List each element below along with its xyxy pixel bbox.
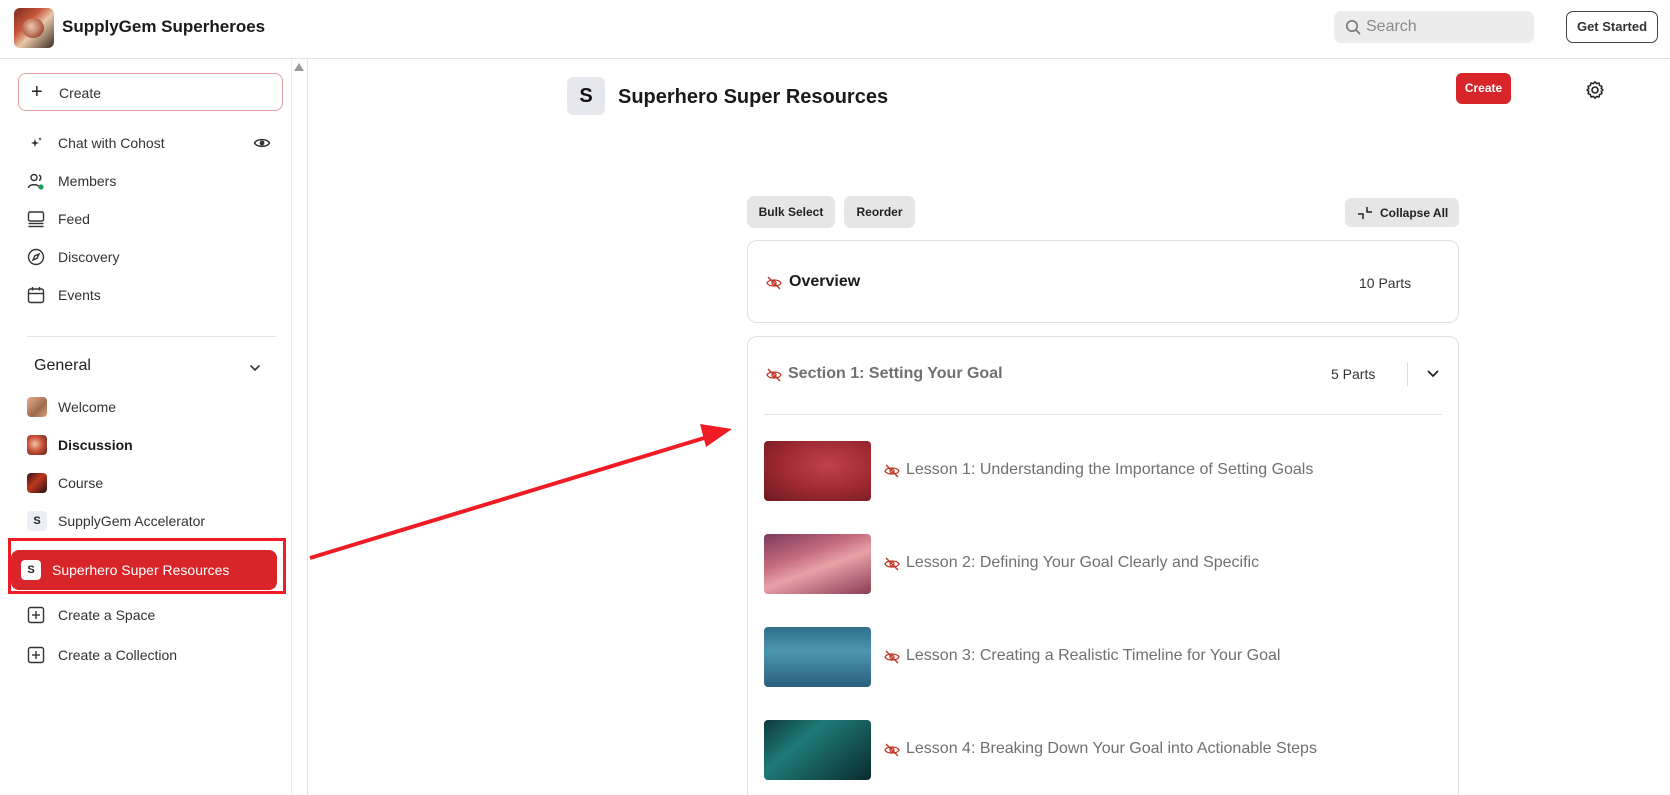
sidebar-item-supplygem-accelerator[interactable]: S SupplyGem Accelerator bbox=[17, 503, 283, 539]
sidebar-divider bbox=[27, 336, 276, 337]
members-icon bbox=[27, 173, 44, 190]
sidebar-item-label: Welcome bbox=[58, 399, 117, 415]
sidebar-item-label: Create a Space bbox=[58, 607, 156, 623]
sidebar-item-welcome[interactable]: Welcome bbox=[17, 389, 283, 425]
search-icon bbox=[1346, 20, 1361, 35]
chevron-down-icon[interactable] bbox=[1426, 367, 1440, 381]
eye-off-icon bbox=[766, 368, 782, 382]
chevron-down-icon[interactable] bbox=[248, 361, 262, 375]
lesson-item[interactable]: Lesson 1: Understanding the Importance o… bbox=[764, 441, 1444, 501]
plus-square-icon bbox=[27, 646, 45, 664]
lesson-title: Lesson 3: Creating a Realistic Timeline … bbox=[906, 647, 1281, 664]
calendar-icon bbox=[27, 287, 45, 304]
overview-parts-count: 10 Parts bbox=[1359, 275, 1412, 291]
sidebar-create-label: Create bbox=[59, 85, 102, 101]
sidebar-item-label: Discussion bbox=[58, 437, 133, 453]
section-parts-count: 5 Parts bbox=[1331, 366, 1376, 382]
space-letter-badge: S bbox=[27, 511, 47, 531]
collapse-all-label: Collapse All bbox=[1380, 206, 1449, 220]
lesson-item[interactable]: Lesson 2: Defining Your Goal Clearly and… bbox=[764, 534, 1444, 594]
eye-icon[interactable] bbox=[253, 134, 271, 152]
sidebar-item-create-space[interactable]: Create a Space bbox=[17, 597, 283, 633]
feed-icon bbox=[27, 211, 45, 228]
sidebar-item-label: Feed bbox=[58, 211, 90, 227]
sidebar-item-feed[interactable]: Feed bbox=[17, 201, 283, 237]
eye-off-icon bbox=[884, 650, 900, 664]
sidebar-item-label: Chat with Cohost bbox=[58, 135, 165, 151]
search-input[interactable] bbox=[1366, 15, 1526, 39]
reorder-button[interactable]: Reorder bbox=[844, 196, 915, 228]
annotation-highlight-box bbox=[8, 538, 286, 594]
sidebar: + Create Chat with Cohost Members Feed D… bbox=[0, 59, 308, 795]
lesson-thumbnail bbox=[764, 534, 871, 594]
lesson-thumbnail bbox=[764, 441, 871, 501]
sidebar-item-create-collection[interactable]: Create a Collection bbox=[17, 637, 283, 673]
lesson-title: Lesson 2: Defining Your Goal Clearly and… bbox=[906, 554, 1260, 571]
lesson-thumbnail bbox=[764, 720, 871, 780]
sidebar-item-label: Course bbox=[58, 475, 104, 491]
section-title[interactable]: Section 1: Setting Your Goal bbox=[788, 365, 1003, 383]
lesson-item[interactable]: Lesson 3: Creating a Realistic Timeline … bbox=[764, 627, 1444, 687]
scroll-up-arrow[interactable] bbox=[294, 63, 304, 71]
collapse-icon bbox=[1358, 207, 1372, 219]
sidebar-section-general[interactable]: General bbox=[34, 357, 91, 375]
top-bar: SupplyGem Superheroes Get Started bbox=[0, 0, 1670, 59]
sidebar-item-course[interactable]: Course bbox=[17, 465, 283, 501]
sidebar-item-label: Events bbox=[58, 287, 101, 303]
sidebar-item-chat-with-cohost[interactable]: Chat with Cohost bbox=[17, 125, 283, 161]
sparkle-icon bbox=[31, 137, 42, 147]
compass-icon bbox=[27, 248, 45, 266]
sidebar-item-discussion[interactable]: Discussion bbox=[17, 427, 283, 463]
overview-card[interactable]: Overview 10 Parts bbox=[747, 240, 1459, 323]
community-logo[interactable] bbox=[14, 8, 54, 48]
eye-off-icon bbox=[884, 743, 900, 757]
get-started-button[interactable]: Get Started bbox=[1566, 11, 1658, 43]
plus-icon: + bbox=[31, 81, 43, 103]
eye-off-icon bbox=[884, 464, 900, 478]
space-badge: S bbox=[567, 77, 605, 115]
lesson-title: Lesson 1: Understanding the Importance o… bbox=[906, 461, 1314, 478]
bulk-select-button[interactable]: Bulk Select bbox=[747, 196, 835, 228]
sidebar-create-button[interactable]: + Create bbox=[18, 73, 283, 111]
section-card: Section 1: Setting Your Goal 5 Parts Les… bbox=[747, 336, 1459, 795]
sidebar-item-label: Members bbox=[58, 173, 117, 189]
collapse-all-button[interactable]: Collapse All bbox=[1345, 198, 1459, 227]
create-button[interactable]: Create bbox=[1456, 73, 1511, 104]
eye-off-icon bbox=[766, 276, 782, 290]
eye-off-icon bbox=[884, 557, 900, 571]
section-separator bbox=[1407, 362, 1408, 386]
lesson-item[interactable]: Lesson 4: Breaking Down Your Goal into A… bbox=[764, 720, 1444, 780]
section-divider bbox=[764, 414, 1442, 415]
space-thumbnail bbox=[27, 473, 47, 493]
plus-square-icon bbox=[27, 606, 45, 624]
overview-title: Overview bbox=[789, 273, 861, 290]
sidebar-item-members[interactable]: Members bbox=[17, 163, 283, 199]
community-name[interactable]: SupplyGem Superheroes bbox=[62, 17, 265, 37]
sidebar-item-discovery[interactable]: Discovery bbox=[17, 239, 283, 275]
lesson-title: Lesson 4: Breaking Down Your Goal into A… bbox=[906, 740, 1317, 757]
search-box[interactable] bbox=[1334, 11, 1534, 43]
sidebar-item-events[interactable]: Events bbox=[17, 277, 283, 313]
sidebar-item-label: Create a Collection bbox=[58, 647, 178, 663]
space-thumbnail bbox=[27, 435, 47, 455]
space-thumbnail bbox=[27, 397, 47, 417]
sidebar-item-label: SupplyGem Accelerator bbox=[58, 513, 206, 529]
sidebar-panel: + Create Chat with Cohost Members Feed D… bbox=[3, 59, 292, 795]
lesson-thumbnail bbox=[764, 627, 871, 687]
sidebar-item-label: Discovery bbox=[58, 249, 120, 265]
gear-icon[interactable] bbox=[1585, 80, 1605, 100]
page-title: Superhero Super Resources bbox=[618, 86, 889, 108]
